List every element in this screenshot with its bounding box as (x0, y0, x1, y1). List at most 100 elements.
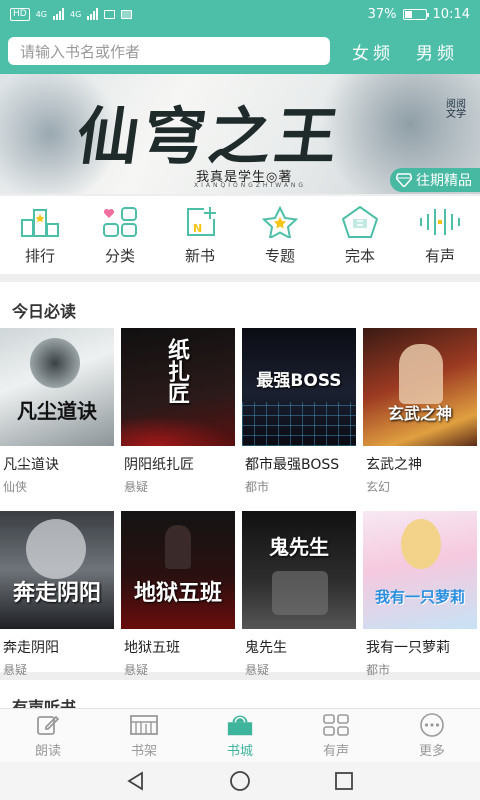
battery-icon (402, 8, 429, 20)
book-cover: 凡尘道诀 (0, 328, 114, 446)
book-card[interactable]: 地狱五班 地狱五班 悬疑 (121, 511, 235, 678)
hd-indicator: HD (10, 7, 30, 21)
promo-banner[interactable]: 仙穹之王 我真是学生◎著 XIANQIONGZHIWANG 阅阅文学 往期精品 (0, 74, 480, 194)
book-cover: 我有一只萝莉 (363, 511, 477, 629)
home-icon[interactable] (229, 770, 251, 792)
category-topic[interactable]: 专题 (245, 205, 315, 266)
signal-icon-2 (87, 8, 99, 20)
completed-icon (338, 205, 382, 239)
book-cover: 鬼先生 (242, 511, 356, 629)
tab-female[interactable]: 女频 (352, 39, 394, 64)
book-card[interactable]: 纸扎匠 阴阳纸扎匠 悬疑 (121, 328, 235, 495)
category-label: 专题 (264, 246, 295, 265)
book-title: 阴阳纸扎匠 (124, 457, 194, 473)
network-type-label-2: 4G (70, 9, 82, 19)
recents-icon[interactable] (333, 770, 355, 792)
book-genre: 悬疑 (245, 663, 270, 677)
category-nav: 排行 分类 N 新书 专题 完本 有声 (0, 196, 480, 274)
app-screen: HD 4G 4G 37% 10:14 请输入书名或作者 女频 男频 仙穹之王 我… (0, 0, 480, 800)
book-card[interactable]: 奔走阴阳 奔走阴阳 悬疑 (0, 511, 114, 678)
category-icon (98, 205, 142, 239)
diamond-icon (396, 173, 412, 187)
book-genre: 都市 (366, 663, 391, 677)
bookstore-icon (226, 713, 254, 737)
book-genre: 玄幻 (366, 480, 391, 494)
more-dots-icon (418, 712, 446, 737)
edit-read-icon (34, 713, 62, 737)
book-genre: 悬疑 (3, 663, 28, 677)
message-icon (121, 9, 133, 19)
book-genre: 悬疑 (124, 480, 149, 494)
tab-male[interactable]: 男频 (416, 39, 458, 64)
book-cover: 奔走阴阳 (0, 511, 114, 629)
section-title: 今日必读 (12, 302, 77, 321)
cover-title: 地狱五班 (133, 580, 222, 606)
book-cover: 最强BOSS (242, 328, 356, 446)
category-completed[interactable]: 完本 (325, 205, 395, 266)
grid-audio-icon (322, 713, 350, 737)
top-header: 请输入书名或作者 女频 男频 (0, 28, 480, 74)
notification-icon (104, 9, 116, 19)
book-title: 玄武之神 (366, 457, 422, 473)
search-placeholder: 请输入书名或作者 (20, 42, 141, 61)
bookshelf-icon (130, 713, 158, 737)
cover-title: 最强BOSS (256, 371, 342, 391)
publisher-logo: 阅阅文学 (446, 99, 466, 120)
category-label: 有声 (424, 246, 455, 265)
tab-bookshelf[interactable]: 书架 (104, 713, 184, 759)
tab-label: 更多 (418, 743, 445, 759)
past-picks-label: 往期精品 (416, 173, 472, 189)
category-label: 新书 (184, 246, 215, 265)
tab-more[interactable]: 更多 (392, 712, 472, 759)
category-classify[interactable]: 分类 (85, 205, 155, 266)
book-cover: 玄武之神 (363, 328, 477, 446)
book-card[interactable]: 我有一只萝莉 我有一只萝莉 都市 (363, 511, 477, 678)
category-label: 完本 (344, 246, 375, 265)
cover-title: 我有一只萝莉 (374, 588, 465, 606)
tab-bookstore[interactable]: 书城 (200, 713, 280, 759)
book-genre: 悬疑 (124, 663, 149, 677)
today-section: 今日必读 凡尘道诀 凡尘道诀 仙侠 纸扎匠 阴阳纸扎匠 悬疑 最强BOSS 都市… (0, 282, 480, 677)
book-genre: 都市 (245, 480, 270, 494)
cover-title: 玄武之神 (387, 404, 452, 423)
book-title: 凡尘道诀 (3, 457, 59, 473)
status-bar: HD 4G 4G 37% 10:14 (0, 0, 480, 28)
network-type-label: 4G (35, 9, 47, 19)
signal-icon (53, 8, 64, 20)
book-cover: 地狱五班 (121, 511, 235, 629)
category-audio[interactable]: 有声 (405, 205, 475, 266)
category-new-book[interactable]: N 新书 (165, 205, 235, 266)
book-card[interactable]: 鬼先生 鬼先生 悬疑 (242, 511, 356, 678)
back-icon[interactable] (125, 770, 147, 792)
banner-pinyin: XIANQIONGZHIWANG (194, 182, 307, 189)
past-picks-button[interactable]: 往期精品 (390, 168, 480, 192)
search-input[interactable]: 请输入书名或作者 (8, 37, 330, 65)
category-label: 分类 (104, 246, 135, 265)
book-cover: 纸扎匠 (121, 328, 235, 446)
tab-read-aloud[interactable]: 朗读 (8, 713, 88, 759)
battery-percent: 37% (367, 6, 397, 22)
category-ranking[interactable]: 排行 (5, 205, 75, 266)
book-card[interactable]: 最强BOSS 都市最强BOSS 都市 (242, 328, 356, 495)
book-genre: 仙侠 (3, 480, 28, 494)
clock: 10:14 (432, 6, 470, 22)
cover-title: 奔走阴阳 (12, 580, 101, 606)
book-card[interactable]: 玄武之神 玄武之神 玄幻 (363, 328, 477, 495)
system-nav-bar (0, 762, 480, 800)
bottom-nav: 朗读 书架 书城 有声 更多 (0, 708, 480, 762)
tab-label: 有声 (322, 743, 349, 759)
book-title: 奔走阴阳 (3, 640, 59, 656)
tab-label: 书城 (226, 743, 253, 759)
category-label: 排行 (24, 246, 55, 265)
tab-label: 朗读 (34, 743, 61, 759)
book-grid: 凡尘道诀 凡尘道诀 仙侠 纸扎匠 阴阳纸扎匠 悬疑 最强BOSS 都市最强BOS… (0, 328, 480, 678)
tab-label: 书架 (130, 743, 157, 759)
cover-title: 纸扎匠 (164, 338, 190, 404)
book-title: 都市最强BOSS (245, 457, 340, 473)
book-title: 我有一只萝莉 (366, 640, 450, 656)
audio-wave-icon (418, 205, 462, 239)
banner-title: 仙穹之王 (72, 100, 347, 173)
book-card[interactable]: 凡尘道诀 凡尘道诀 仙侠 (0, 328, 114, 495)
book-title: 地狱五班 (124, 640, 180, 656)
tab-audio[interactable]: 有声 (296, 713, 376, 759)
